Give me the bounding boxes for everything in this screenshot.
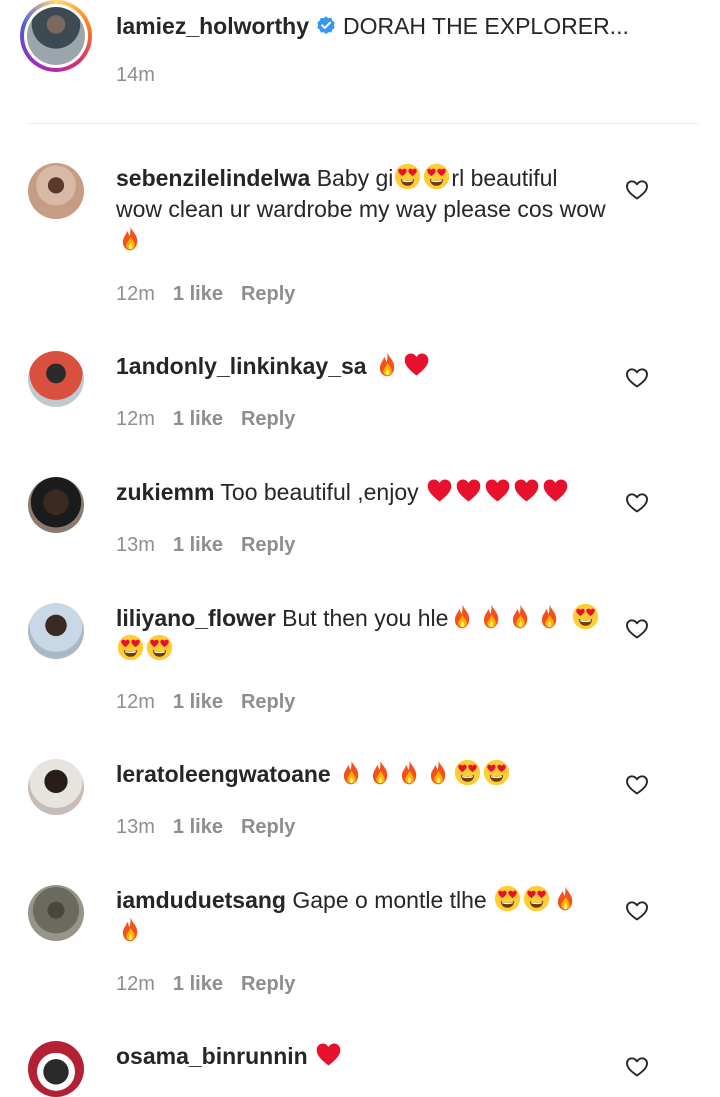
comment-text: leratoleengwatoane (116, 759, 606, 790)
heart-eyes-emoji (146, 634, 173, 661)
avatar[interactable] (28, 885, 84, 941)
reply-button[interactable]: Reply (241, 816, 295, 838)
like-heart-icon[interactable] (625, 617, 649, 641)
avatar[interactable] (28, 477, 84, 533)
comment-body-part: Baby gi (316, 165, 394, 191)
fire-emoji (338, 759, 365, 786)
fire-emoji (367, 759, 394, 786)
like-count[interactable]: 1 like (173, 534, 223, 556)
caption-timestamp: 14m (116, 64, 155, 86)
fire-emoji (552, 885, 579, 912)
like-count[interactable]: 1 like (173, 816, 223, 838)
comment-username[interactable]: 1andonly_linkinkay_sa (116, 353, 367, 379)
comment-username[interactable]: leratoleengwatoane (116, 761, 331, 787)
comment-text: liliyano_flower But then you hle (116, 603, 606, 665)
caption-text: DORAH THE EXPLORER... (342, 13, 629, 39)
comment-username[interactable]: liliyano_flower (116, 605, 276, 631)
comment-text: iamduduetsang Gape o montle tlhe (116, 885, 606, 947)
comment-timestamp: 12m (116, 691, 155, 713)
comment-body: Too beautiful ,enjoy (220, 479, 419, 505)
red-heart-emoji (426, 477, 453, 504)
fire-emoji (374, 351, 401, 378)
avatar[interactable] (28, 1041, 84, 1097)
heart-eyes-emoji (483, 759, 510, 786)
avatar[interactable] (28, 163, 84, 219)
comment-text: sebenzilelindelwa Baby gi rl beautiful wo… (116, 163, 606, 256)
comment-text: osama_binrunnin (116, 1041, 606, 1072)
avatar[interactable] (28, 759, 84, 815)
reply-button[interactable]: Reply (241, 534, 295, 556)
caption-line: lamiez_holworthy DORAH THE EXPLORER... (116, 11, 629, 41)
author-avatar[interactable] (20, 0, 92, 72)
comment-timestamp: 13m (116, 816, 155, 838)
comment-username[interactable]: zukiemm (116, 479, 214, 505)
red-heart-emoji (455, 477, 482, 504)
reply-button[interactable]: Reply (241, 408, 295, 430)
like-heart-icon[interactable] (625, 773, 649, 797)
avatar[interactable] (28, 351, 84, 407)
comment-text: 1andonly_linkinkay_sa (116, 351, 606, 382)
like-count[interactable]: 1 like (173, 973, 223, 995)
fire-emoji (478, 603, 505, 630)
comment-timestamp: 12m (116, 408, 155, 430)
heart-eyes-emoji (572, 603, 599, 630)
fire-emoji (396, 759, 423, 786)
like-heart-icon[interactable] (625, 491, 649, 515)
avatar[interactable] (28, 603, 84, 659)
reply-button[interactable]: Reply (241, 283, 295, 305)
comment-timestamp: 12m (116, 973, 155, 995)
fire-emoji (507, 603, 534, 630)
fire-emoji (117, 225, 144, 252)
red-heart-emoji (513, 477, 540, 504)
red-heart-emoji (403, 351, 430, 378)
like-heart-icon[interactable] (625, 178, 649, 202)
like-heart-icon[interactable] (625, 1055, 649, 1079)
post-caption: lamiez_holworthy DORAH THE EXPLORER... 1… (0, 0, 720, 124)
comment-body: But then you hle (282, 605, 449, 631)
heart-eyes-emoji (523, 885, 550, 912)
comment-text: zukiemm Too beautiful ,enjoy (116, 477, 606, 508)
comment-meta: 12m 1 like Reply (116, 408, 313, 431)
heart-eyes-emoji (117, 634, 144, 661)
comment-meta: 12m 1 like Reply (116, 973, 313, 996)
reply-button[interactable]: Reply (241, 691, 295, 713)
comment-meta: 13m 1 like Reply (116, 534, 313, 557)
heart-eyes-emoji (454, 759, 481, 786)
like-count[interactable]: 1 like (173, 408, 223, 430)
verified-badge-icon (317, 16, 335, 34)
like-heart-icon[interactable] (625, 899, 649, 923)
comment-timestamp: 13m (116, 534, 155, 556)
red-heart-emoji (484, 477, 511, 504)
red-heart-emoji (542, 477, 569, 504)
comment-meta: 12m 1 like Reply (116, 691, 313, 714)
divider (28, 123, 698, 124)
fire-emoji (449, 603, 476, 630)
comment-meta: 12m 1 like Reply (116, 283, 313, 306)
author-username[interactable]: lamiez_holworthy (116, 13, 309, 39)
like-heart-icon[interactable] (625, 366, 649, 390)
heart-eyes-emoji (394, 163, 421, 190)
comment-meta: 13m 1 like Reply (116, 816, 313, 839)
reply-button[interactable]: Reply (241, 973, 295, 995)
comment-timestamp: 12m (116, 283, 155, 305)
fire-emoji (117, 916, 144, 943)
comment-username[interactable]: sebenzilelindelwa (116, 165, 310, 191)
comment-body: Gape o montle tlhe (292, 887, 487, 913)
like-count[interactable]: 1 like (173, 283, 223, 305)
like-count[interactable]: 1 like (173, 691, 223, 713)
heart-eyes-emoji (423, 163, 450, 190)
comment-username[interactable]: iamduduetsang (116, 887, 286, 913)
comment-username[interactable]: osama_binrunnin (116, 1043, 308, 1069)
fire-emoji (425, 759, 452, 786)
fire-emoji (536, 603, 563, 630)
red-heart-emoji (315, 1041, 342, 1068)
heart-eyes-emoji (494, 885, 521, 912)
